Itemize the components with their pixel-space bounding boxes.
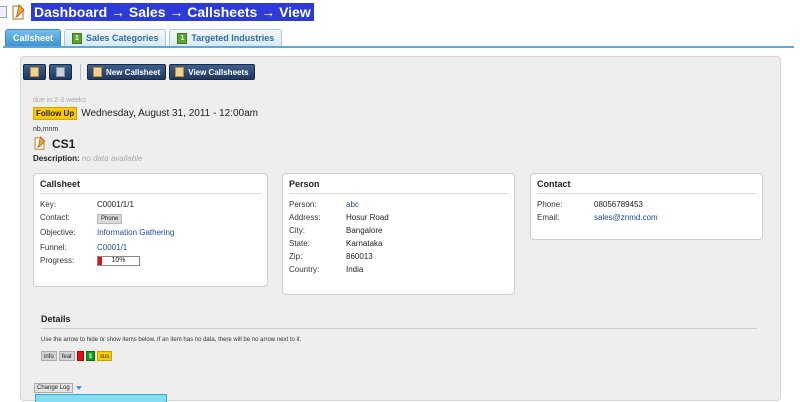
address-value: Hosur Road xyxy=(346,213,389,222)
city-label: City: xyxy=(289,226,305,235)
delete-button[interactable] xyxy=(49,64,72,80)
state-value: Karnataka xyxy=(346,239,383,248)
funnel-label: Funnel: xyxy=(40,243,67,252)
callsheet-doc-icon xyxy=(12,3,25,20)
page-breadcrumb: Dashboard → Sales → Callsheets → View xyxy=(31,3,314,21)
tab-bar: Callsheet 1 Sales Categories 1 Targeted … xyxy=(3,29,794,48)
contact-label: Contact: xyxy=(40,213,70,222)
title-bar: Dashboard → Sales → Callsheets → View xyxy=(0,0,800,24)
address-label: Address: xyxy=(289,213,321,222)
progress-label: Progress: xyxy=(40,256,75,265)
details-title: Details xyxy=(41,314,71,324)
objective-link[interactable]: Information Gathering xyxy=(97,228,174,237)
person-card: Person Person: abc Address: Hosur Road Cit… xyxy=(282,173,515,295)
callsheet-panel: New Callsheet View Callsheets due in 2-3… xyxy=(20,56,781,402)
tab-count-badge: 1 xyxy=(177,32,188,44)
tab-label: Callsheet xyxy=(13,33,54,43)
contact-card: Contact Phone: 08056789453 Email: sales@zn… xyxy=(530,173,763,240)
objective-row: Objective: Information Gathering xyxy=(40,228,261,237)
edit-button[interactable] xyxy=(23,64,46,80)
callsheet-card: Callsheet Key: C0001/1/1 Contact: Phone … xyxy=(33,173,268,287)
key-value: C0001/1/1 xyxy=(97,200,134,209)
change-log-button[interactable]: Change Log xyxy=(34,383,73,393)
description-value: no data available xyxy=(81,154,143,163)
new-callsheet-button[interactable]: New Callsheet xyxy=(87,64,167,80)
tab-label: Sales Categories xyxy=(85,33,159,43)
callsheet-doc-icon xyxy=(34,136,46,150)
new-doc-icon xyxy=(93,67,102,77)
due-text: due in 2-3 weeks xyxy=(33,97,86,104)
phone-label: Phone: xyxy=(537,200,563,209)
view-callsheets-button[interactable]: View Callsheets xyxy=(169,64,255,80)
contact-method-badge: Phone xyxy=(97,214,123,224)
new-callsheet-label: New Callsheet xyxy=(106,67,161,77)
card-title: Contact xyxy=(537,179,756,194)
chevron-down-icon[interactable] xyxy=(75,386,82,390)
email-link[interactable]: sales@znmd.com xyxy=(594,213,658,222)
callsheet-name: CS1 xyxy=(52,136,76,151)
change-log-toggle[interactable]: Change Log xyxy=(34,383,82,393)
tab-callsheet[interactable]: Callsheet xyxy=(5,29,62,46)
toolbar-separator xyxy=(80,64,81,80)
state-label: State: xyxy=(289,239,310,248)
contact-row: Contact: Phone xyxy=(40,213,261,224)
window-edge-icon xyxy=(0,6,7,18)
detail-tag-red[interactable] xyxy=(76,351,84,361)
progress-text: 10% xyxy=(111,257,126,264)
person-label: Person: xyxy=(289,200,317,209)
edit-icon xyxy=(30,67,39,77)
tab-sales-categories[interactable]: 1 Sales Categories xyxy=(64,29,167,46)
detail-tag-info[interactable]: info xyxy=(41,351,57,361)
tab-targeted-industries[interactable]: 1 Targeted Industries xyxy=(169,29,283,46)
followup-row: Follow Up Wednesday, August 31, 2011 - 1… xyxy=(33,107,258,120)
funnel-link[interactable]: C0001/1 xyxy=(97,243,127,252)
progress-row: Progress: 10% xyxy=(40,256,261,266)
zip-label: Zip: xyxy=(289,252,303,261)
detail-tag-dollar[interactable]: $ xyxy=(85,351,96,361)
description: Description: no data available xyxy=(33,154,142,163)
key-row: Key: C0001/1/1 xyxy=(40,200,261,209)
trash-icon xyxy=(56,67,65,77)
view-callsheets-label: View Callsheets xyxy=(188,67,249,77)
funnel-row: Funnel: C0001/1 xyxy=(40,243,261,252)
description-label: Description: xyxy=(33,154,80,163)
detail-tag-feat[interactable]: feat xyxy=(58,351,75,361)
details-tags: info feat $ sus xyxy=(41,351,114,361)
details-help-text: Use the arrow to hide or show items belo… xyxy=(41,337,302,343)
card-title: Callsheet xyxy=(40,179,261,194)
tab-label: Targeted Industries xyxy=(191,33,275,43)
objective-label: Objective: xyxy=(40,228,76,237)
city-value: Bangalore xyxy=(346,226,383,235)
change-log-panel xyxy=(35,394,167,402)
owner-text: nb,mnm xyxy=(33,126,59,133)
tab-count-badge: 1 xyxy=(72,32,82,44)
toolbar: New Callsheet View Callsheets xyxy=(23,64,258,80)
key-label: Key: xyxy=(40,200,57,209)
progress-bar: 10% xyxy=(97,256,140,266)
email-label: Email: xyxy=(537,213,560,222)
detail-tag-sus[interactable]: sus xyxy=(97,351,113,361)
callsheet-heading: CS1 xyxy=(33,136,75,151)
followup-badge: Follow Up xyxy=(33,107,78,120)
country-value: India xyxy=(346,265,364,274)
phone-value: 08056789453 xyxy=(594,200,643,209)
zip-value: 860013 xyxy=(346,252,373,261)
details-divider xyxy=(41,328,757,329)
country-label: Country: xyxy=(289,265,320,274)
view-doc-icon xyxy=(175,67,185,77)
followup-date: Wednesday, August 31, 2011 - 12:00am xyxy=(81,108,259,119)
person-link[interactable]: abc xyxy=(346,200,359,209)
card-title: Person xyxy=(289,179,508,194)
